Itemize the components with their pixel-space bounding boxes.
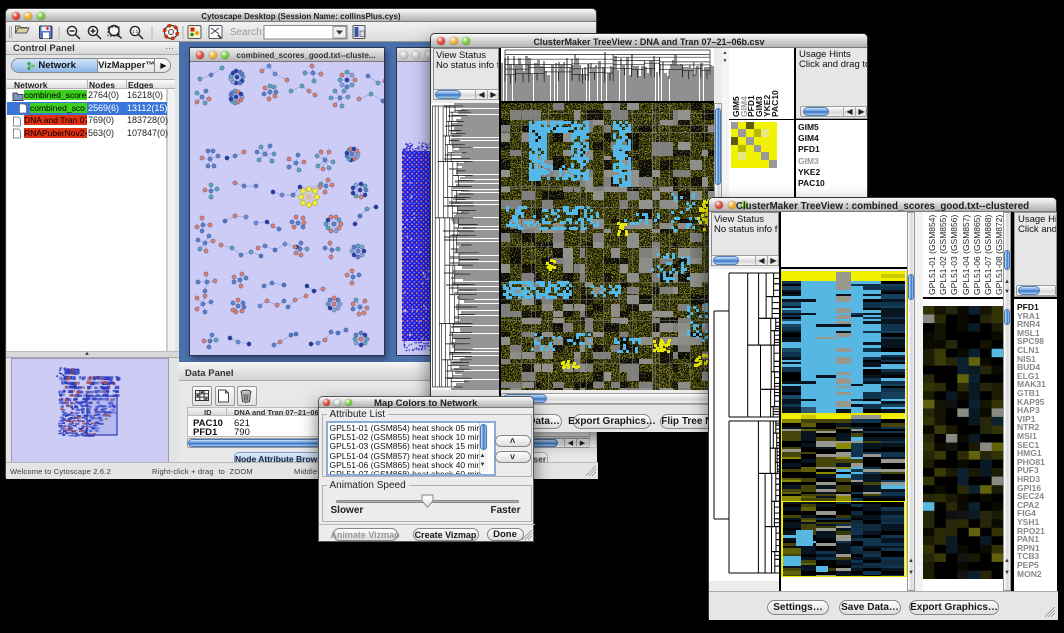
svg-text:Search:: Search: (230, 27, 264, 38)
svg-text:1:1: 1:1 (132, 29, 139, 34)
